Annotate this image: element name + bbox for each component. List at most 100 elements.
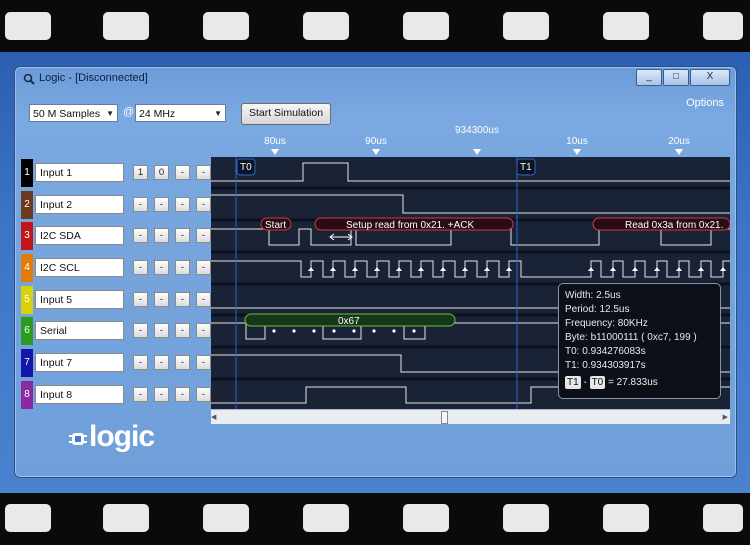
marker-t0-label: T0 <box>240 162 252 173</box>
channel-row-3: 3 I2C SDA - - - - <box>21 222 215 250</box>
logic-logo: logic <box>89 420 155 453</box>
channel-name-field[interactable]: Input 2 <box>35 195 124 214</box>
tooltip-frequency: Frequency: 80KHz <box>565 318 648 329</box>
clock-edge-icon <box>588 267 594 271</box>
trigger-high-button[interactable]: - <box>133 387 148 402</box>
trigger-fall-button[interactable]: - <box>196 197 211 212</box>
channel-name-field[interactable]: I2C SCL <box>35 258 124 277</box>
channel-name-field[interactable]: Input 1 <box>35 163 124 182</box>
clock-edge-icon <box>676 267 682 271</box>
ruler-label: 80us <box>264 136 286 147</box>
film-hole <box>503 12 549 40</box>
trigger-low-button[interactable]: 0 <box>154 165 169 180</box>
trigger-low-button[interactable]: - <box>154 292 169 307</box>
trigger-rise-button[interactable]: - <box>175 387 190 402</box>
trigger-high-button[interactable]: - <box>133 260 148 275</box>
channel-row-8: 8 Input 8 - - - - <box>21 381 215 409</box>
film-hole <box>203 12 249 40</box>
scroll-left-icon[interactable]: ◀ <box>211 413 216 421</box>
trigger-high-button[interactable]: - <box>133 292 148 307</box>
window-controls: _ □ X <box>635 69 730 86</box>
start-simulation-button[interactable]: Start Simulation <box>241 103 331 125</box>
waveform-ch2 <box>211 194 730 214</box>
trigger-high-button[interactable]: - <box>133 197 148 212</box>
annotation-start-label: Start <box>265 220 286 231</box>
samples-select[interactable]: 50 M Samples ▼ <box>29 104 118 122</box>
trigger-low-button[interactable]: - <box>154 228 169 243</box>
clock-edge-icon <box>396 267 402 271</box>
film-strip-bottom <box>0 493 750 545</box>
tooltip-delta-row: T1 - T0 = 27.833us <box>565 376 714 390</box>
channel-row-2: 2 Input 2 - - - - <box>21 191 215 219</box>
bit-dot <box>292 329 296 333</box>
logic-chip-icon <box>69 433 87 445</box>
tooltip-t1-tag: T1 <box>565 376 581 389</box>
film-hole <box>603 504 649 532</box>
rate-select[interactable]: 24 MHz ▼ <box>135 104 226 122</box>
clock-edge-icon <box>720 267 726 271</box>
clock-edge-icon <box>462 267 468 271</box>
maximize-button[interactable]: □ <box>663 69 689 86</box>
clock-edge-icon <box>440 267 446 271</box>
scroll-right-icon[interactable]: ▶ <box>723 413 728 421</box>
measurement-tooltip: Width: 2.5us Period: 12.5us Frequency: 8… <box>558 283 721 399</box>
channel-row-6: 6 Serial - - - - <box>21 317 215 345</box>
film-hole <box>703 504 743 532</box>
trigger-fall-button[interactable]: - <box>196 260 211 275</box>
tooltip-t0-tag: T0 <box>589 376 606 389</box>
trigger-rise-button[interactable]: - <box>175 228 190 243</box>
trigger-rise-button[interactable]: - <box>175 165 190 180</box>
scroll-thumb[interactable] <box>441 411 448 424</box>
trigger-high-button[interactable]: - <box>133 355 148 370</box>
trigger-fall-button[interactable]: - <box>196 323 211 338</box>
trigger-fall-button[interactable]: - <box>196 355 211 370</box>
trigger-fall-button[interactable]: - <box>196 292 211 307</box>
horizontal-scrollbar[interactable]: ◀ ▶ <box>211 409 730 424</box>
clock-edge-icon <box>632 267 638 271</box>
annotation-setup-label: Setup read from 0x21. +ACK <box>346 220 474 231</box>
trigger-rise-button[interactable]: - <box>175 197 190 212</box>
annotation-serial-label: 0x67 <box>338 316 360 327</box>
channel-name-field[interactable]: I2C SDA <box>35 226 124 245</box>
trigger-low-button[interactable]: - <box>154 323 169 338</box>
clock-edge-icon <box>610 267 616 271</box>
close-button[interactable]: X <box>690 69 730 86</box>
width-measure-icon <box>329 233 353 241</box>
bit-dot <box>392 329 396 333</box>
trigger-low-button[interactable]: - <box>154 260 169 275</box>
tooltip-t0: T0: 0.934276083s <box>565 346 646 357</box>
trigger-fall-button[interactable]: - <box>196 387 211 402</box>
logic-window: Logic - [Disconnected] _ □ X Options 50 … <box>14 66 737 478</box>
trigger-fall-button[interactable]: - <box>196 165 211 180</box>
channel-number: 3 <box>21 222 33 250</box>
trigger-fall-button[interactable]: - <box>196 228 211 243</box>
film-hole <box>503 504 549 532</box>
waveform-ch1 <box>211 162 730 182</box>
channel-number: 2 <box>21 191 33 219</box>
trigger-rise-button[interactable]: - <box>175 292 190 307</box>
trigger-high-button[interactable]: - <box>133 228 148 243</box>
film-hole <box>103 12 149 40</box>
minimize-button[interactable]: _ <box>636 69 662 86</box>
channel-number: 1 <box>21 159 33 187</box>
trigger-low-button[interactable]: - <box>154 387 169 402</box>
channel-name-field[interactable]: Input 7 <box>35 353 124 372</box>
film-strip-top <box>0 0 750 52</box>
channel-number: 7 <box>21 349 33 377</box>
ruler-tick <box>473 149 481 155</box>
trigger-low-button[interactable]: - <box>154 355 169 370</box>
trigger-high-button[interactable]: 1 <box>133 165 148 180</box>
film-hole <box>203 504 249 532</box>
trigger-rise-button[interactable]: - <box>175 260 190 275</box>
bit-dot <box>312 329 316 333</box>
trigger-rise-button[interactable]: - <box>175 323 190 338</box>
ruler-label: 90us <box>365 136 387 147</box>
ruler-tick <box>675 149 683 155</box>
trigger-rise-button[interactable]: - <box>175 355 190 370</box>
channel-name-field[interactable]: Serial <box>35 321 124 340</box>
channel-name-field[interactable]: Input 5 <box>35 290 124 309</box>
trigger-low-button[interactable]: - <box>154 197 169 212</box>
options-link[interactable]: Options <box>686 97 724 109</box>
channel-name-field[interactable]: Input 8 <box>35 385 124 404</box>
trigger-high-button[interactable]: - <box>133 323 148 338</box>
